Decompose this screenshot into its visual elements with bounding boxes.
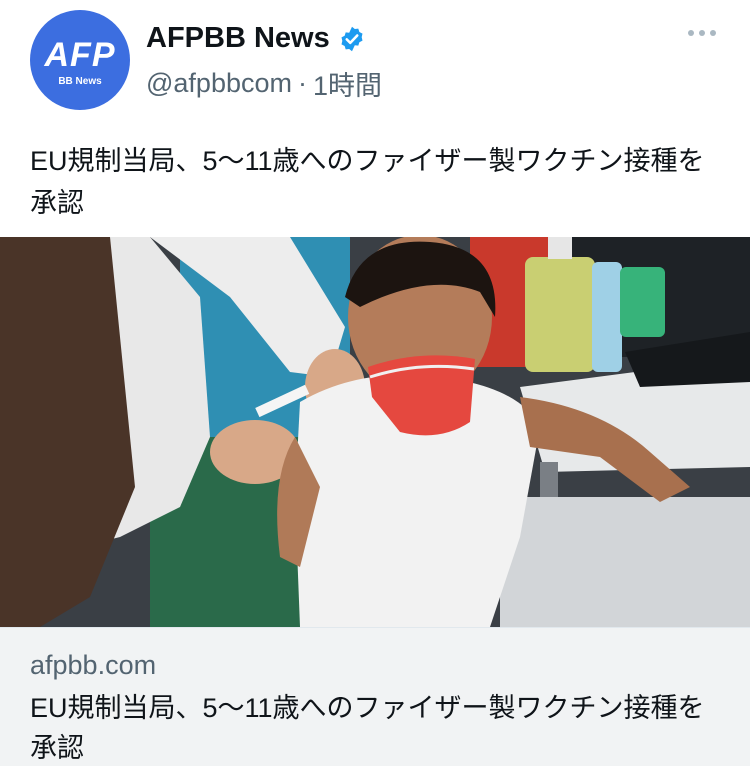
photo-illustration (0, 237, 750, 627)
avatar-sub-text: BB News (58, 75, 102, 87)
timestamp[interactable]: 1時間 (313, 64, 382, 103)
account-handle[interactable]: @afpbbcom (146, 68, 292, 99)
separator-dot: · (297, 68, 307, 98)
link-card[interactable]: afpbb.com EU規制当局、5〜11歳へのファイザー製ワクチン接種を承認 (0, 627, 750, 766)
account-name-row[interactable]: AFPBB News (146, 22, 366, 55)
tweet-card[interactable]: AFP BB News AFPBB News @afpbbcom · 1時間 E… (0, 0, 750, 766)
verified-badge-icon (341, 26, 363, 51)
avatar-logo-text: AFP (44, 35, 116, 74)
tweet-text: EU規制当局、5〜11歳へのファイザー製ワクチン接種を承認 (30, 146, 705, 218)
avatar[interactable]: AFP BB News (30, 10, 130, 110)
more-horizontal-icon[interactable] (688, 30, 716, 36)
link-domain: afpbb.com (30, 650, 157, 680)
account-name[interactable]: AFPBB News (146, 22, 330, 55)
link-title: EU規制当局、5〜11歳へのファイザー製ワクチン接種を承認 (30, 693, 705, 763)
handle-row: @afpbbcom · 1時間 (146, 64, 382, 103)
news-photo[interactable] (0, 237, 750, 627)
